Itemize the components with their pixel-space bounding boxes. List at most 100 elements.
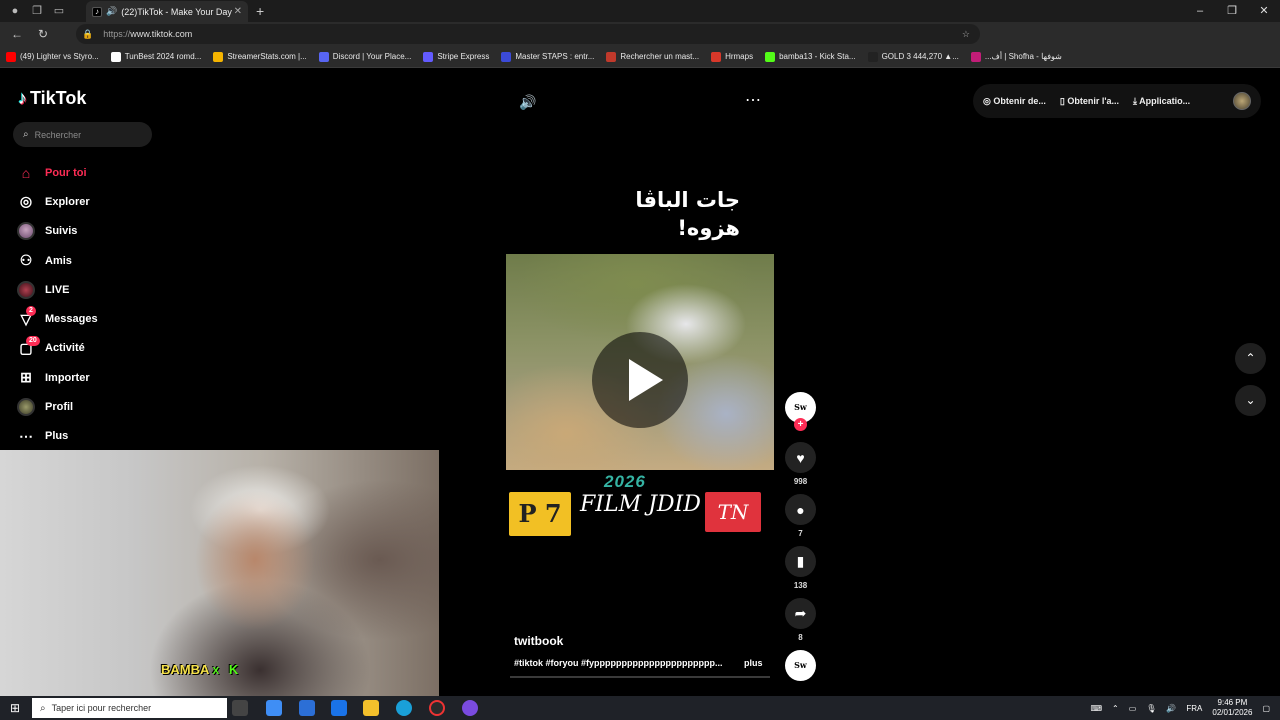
music-disc-avatar[interactable]: Sw bbox=[785, 650, 816, 681]
taskbar-search-input[interactable]: ⌕ Taper ici pour rechercher bbox=[32, 698, 227, 718]
language-indicator[interactable]: FRA bbox=[1186, 704, 1202, 713]
video-hashtags[interactable]: #tiktok #foryou #fyppppppppppppppppppppp… bbox=[514, 658, 740, 668]
minimize-button[interactable]: – bbox=[1184, 0, 1216, 22]
lock-icon[interactable]: 🔒 bbox=[82, 29, 93, 40]
browser-tab-bar: ● ❐ ▭ ♪ 🔊 (22)TikTok - Make Your Day ✕ +… bbox=[0, 0, 1280, 22]
maximize-button[interactable]: ❐ bbox=[1216, 0, 1248, 22]
discord-icon[interactable] bbox=[462, 700, 478, 716]
video-tag-right: TN bbox=[705, 492, 761, 532]
sidebar-item-profile[interactable]: Profil bbox=[16, 392, 98, 421]
browser-nav-bar: ← ↻ 🔒 https:// www.tiktok.com ☆ ◆ ● ● ■ … bbox=[0, 22, 1280, 62]
bookmark-item[interactable]: Rechercher un mast... bbox=[606, 51, 700, 62]
sidebar-item-more[interactable]: ⋯ Plus bbox=[16, 422, 98, 451]
video-author[interactable]: twitbook bbox=[514, 634, 563, 648]
profile-icon[interactable]: ● bbox=[8, 4, 22, 18]
windows-start-icon[interactable]: ⊞ bbox=[10, 701, 24, 715]
obs-icon[interactable] bbox=[429, 700, 445, 716]
store-icon[interactable] bbox=[299, 700, 315, 716]
volume-icon[interactable]: 🔊 bbox=[519, 94, 536, 111]
clock-time: 9:46 PM bbox=[1217, 698, 1248, 707]
upload-icon: ⊞ bbox=[20, 369, 32, 386]
back-button[interactable]: ← bbox=[8, 27, 26, 41]
browser-tab-tiktok[interactable]: ♪ 🔊 (22)TikTok - Make Your Day ✕ bbox=[86, 1, 248, 22]
bookmark-item[interactable]: bamba13 - Kick Sta... bbox=[765, 51, 856, 62]
mail-icon[interactable] bbox=[331, 700, 347, 716]
share-icon[interactable]: ➦ bbox=[785, 598, 816, 629]
play-icon[interactable] bbox=[592, 332, 688, 428]
keyboard-icon[interactable]: ⌨ bbox=[1090, 704, 1102, 713]
bookmark-item[interactable]: Discord | Your Place... bbox=[318, 51, 412, 62]
sidebar-item-label: Suivis bbox=[45, 225, 78, 238]
home-icon: ⌂ bbox=[21, 164, 31, 181]
bookmark-item[interactable]: GOLD 3 444,270 ▲... bbox=[867, 51, 959, 62]
sidebar-menu: ⌂ Pour toi ◎ Explorer Suivis ⚇ Amis LIVE… bbox=[16, 158, 98, 451]
tiktok-logo[interactable]: ♪ TikTok bbox=[18, 88, 86, 109]
bookmark-icon[interactable]: ▮ bbox=[785, 546, 816, 577]
microphone-icon[interactable]: 🎙 bbox=[1146, 704, 1156, 713]
favorite-star-icon[interactable]: ☆ bbox=[962, 29, 970, 40]
sidebar-item-label: Explorer bbox=[45, 195, 90, 208]
follow-plus-icon[interactable]: + bbox=[794, 418, 807, 431]
network-icon[interactable]: ▭ bbox=[1129, 704, 1137, 713]
notifications-icon[interactable]: ▢ bbox=[1262, 704, 1270, 713]
bookmark-item[interactable]: StreamerStats.com |... bbox=[213, 51, 307, 62]
video-progress-bar[interactable] bbox=[510, 676, 770, 678]
sidebar-item-activity[interactable]: ▢ 20 Activité bbox=[16, 334, 98, 363]
heart-icon[interactable]: ♥ bbox=[785, 442, 816, 473]
sidebar-item-label: Amis bbox=[45, 254, 72, 267]
vertical-tabs-icon[interactable]: ▭ bbox=[52, 4, 66, 18]
bookmark-item[interactable]: Stripe Express bbox=[423, 51, 489, 62]
more-icon: ⋯ bbox=[19, 427, 33, 444]
comment-icon[interactable]: ● bbox=[785, 494, 816, 525]
get-coins-button[interactable]: ◎ Obtenir de... bbox=[983, 96, 1046, 107]
tray-chevron-icon[interactable]: ⌃ bbox=[1112, 704, 1119, 713]
refresh-button[interactable]: ↻ bbox=[34, 27, 52, 41]
sidebar-item-for-you[interactable]: ⌂ Pour toi bbox=[16, 158, 98, 187]
caption-line-1: جات الباڤا bbox=[635, 188, 740, 212]
following-avatar-icon bbox=[16, 221, 36, 241]
sidebar-item-following[interactable]: Suivis bbox=[16, 217, 98, 246]
sidebar-item-friends[interactable]: ⚇ Amis bbox=[16, 246, 98, 275]
tab-close-icon[interactable]: ✕ bbox=[234, 6, 242, 17]
get-app-button[interactable]: ▯ Obtenir l'a... bbox=[1060, 96, 1119, 107]
new-tab-button[interactable]: + bbox=[256, 3, 264, 19]
bookmark-label: Discord | Your Place... bbox=[332, 52, 412, 61]
desktop-app-button[interactable]: ⤓ Applicatio... bbox=[1133, 96, 1190, 107]
bookmark-label: Master STAPS : entr... bbox=[515, 52, 595, 61]
description-more-link[interactable]: plus bbox=[744, 658, 763, 668]
app-icon[interactable] bbox=[266, 700, 282, 716]
video-year: 2026 bbox=[604, 472, 646, 491]
edge-icon[interactable] bbox=[396, 700, 412, 716]
video-player[interactable] bbox=[506, 254, 774, 470]
bookmark-item[interactable]: (49) Lighter vs Styro... bbox=[6, 51, 99, 62]
tab-audio-icon[interactable]: 🔊 bbox=[106, 6, 117, 17]
sidebar-item-live[interactable]: LIVE bbox=[16, 275, 98, 304]
bookmark-label: Rechercher un mast... bbox=[620, 52, 700, 61]
url-protocol: https:// bbox=[103, 29, 131, 39]
video-options-icon[interactable]: ⋯ bbox=[745, 90, 761, 110]
sidebar-item-upload[interactable]: ⊞ Importer bbox=[16, 363, 98, 392]
bookmark-label: GOLD 3 444,270 ▲... bbox=[881, 52, 959, 61]
bookmark-item[interactable]: TunBest 2024 romd... bbox=[110, 51, 201, 62]
bookmark-favicon-icon bbox=[6, 51, 16, 62]
bookmark-item[interactable]: Hrmaps bbox=[711, 51, 753, 62]
search-icon: ⌕ bbox=[23, 129, 29, 140]
volume-tray-icon[interactable]: 🔊 bbox=[1166, 704, 1176, 713]
task-view-icon[interactable] bbox=[232, 700, 248, 716]
user-avatar[interactable] bbox=[1233, 92, 1251, 110]
bookmark-favicon-icon bbox=[765, 51, 776, 62]
sidebar-item-messages[interactable]: ▽ 2 Messages bbox=[16, 304, 98, 333]
tiktok-favicon-icon: ♪ bbox=[92, 6, 102, 17]
bookmark-item[interactable]: Master STAPS : entr... bbox=[501, 51, 595, 62]
taskbar-clock[interactable]: 9:46 PM 02/01/2026 bbox=[1212, 698, 1252, 718]
bookmark-item[interactable]: ...أف | Shofha - شوفها bbox=[970, 51, 1062, 62]
previous-video-button[interactable]: ⌃ bbox=[1235, 343, 1266, 374]
close-window-button[interactable]: ✕ bbox=[1248, 0, 1280, 22]
address-bar[interactable]: 🔒 https:// www.tiktok.com ☆ bbox=[76, 24, 980, 44]
search-input[interactable]: ⌕ Rechercher bbox=[13, 122, 152, 147]
sidebar-item-explore[interactable]: ◎ Explorer bbox=[16, 187, 98, 216]
comment-action: ● 7 bbox=[785, 494, 816, 538]
workspaces-icon[interactable]: ❐ bbox=[30, 4, 44, 18]
file-explorer-icon[interactable] bbox=[363, 700, 379, 716]
next-video-button[interactable]: ⌄ bbox=[1235, 385, 1266, 416]
